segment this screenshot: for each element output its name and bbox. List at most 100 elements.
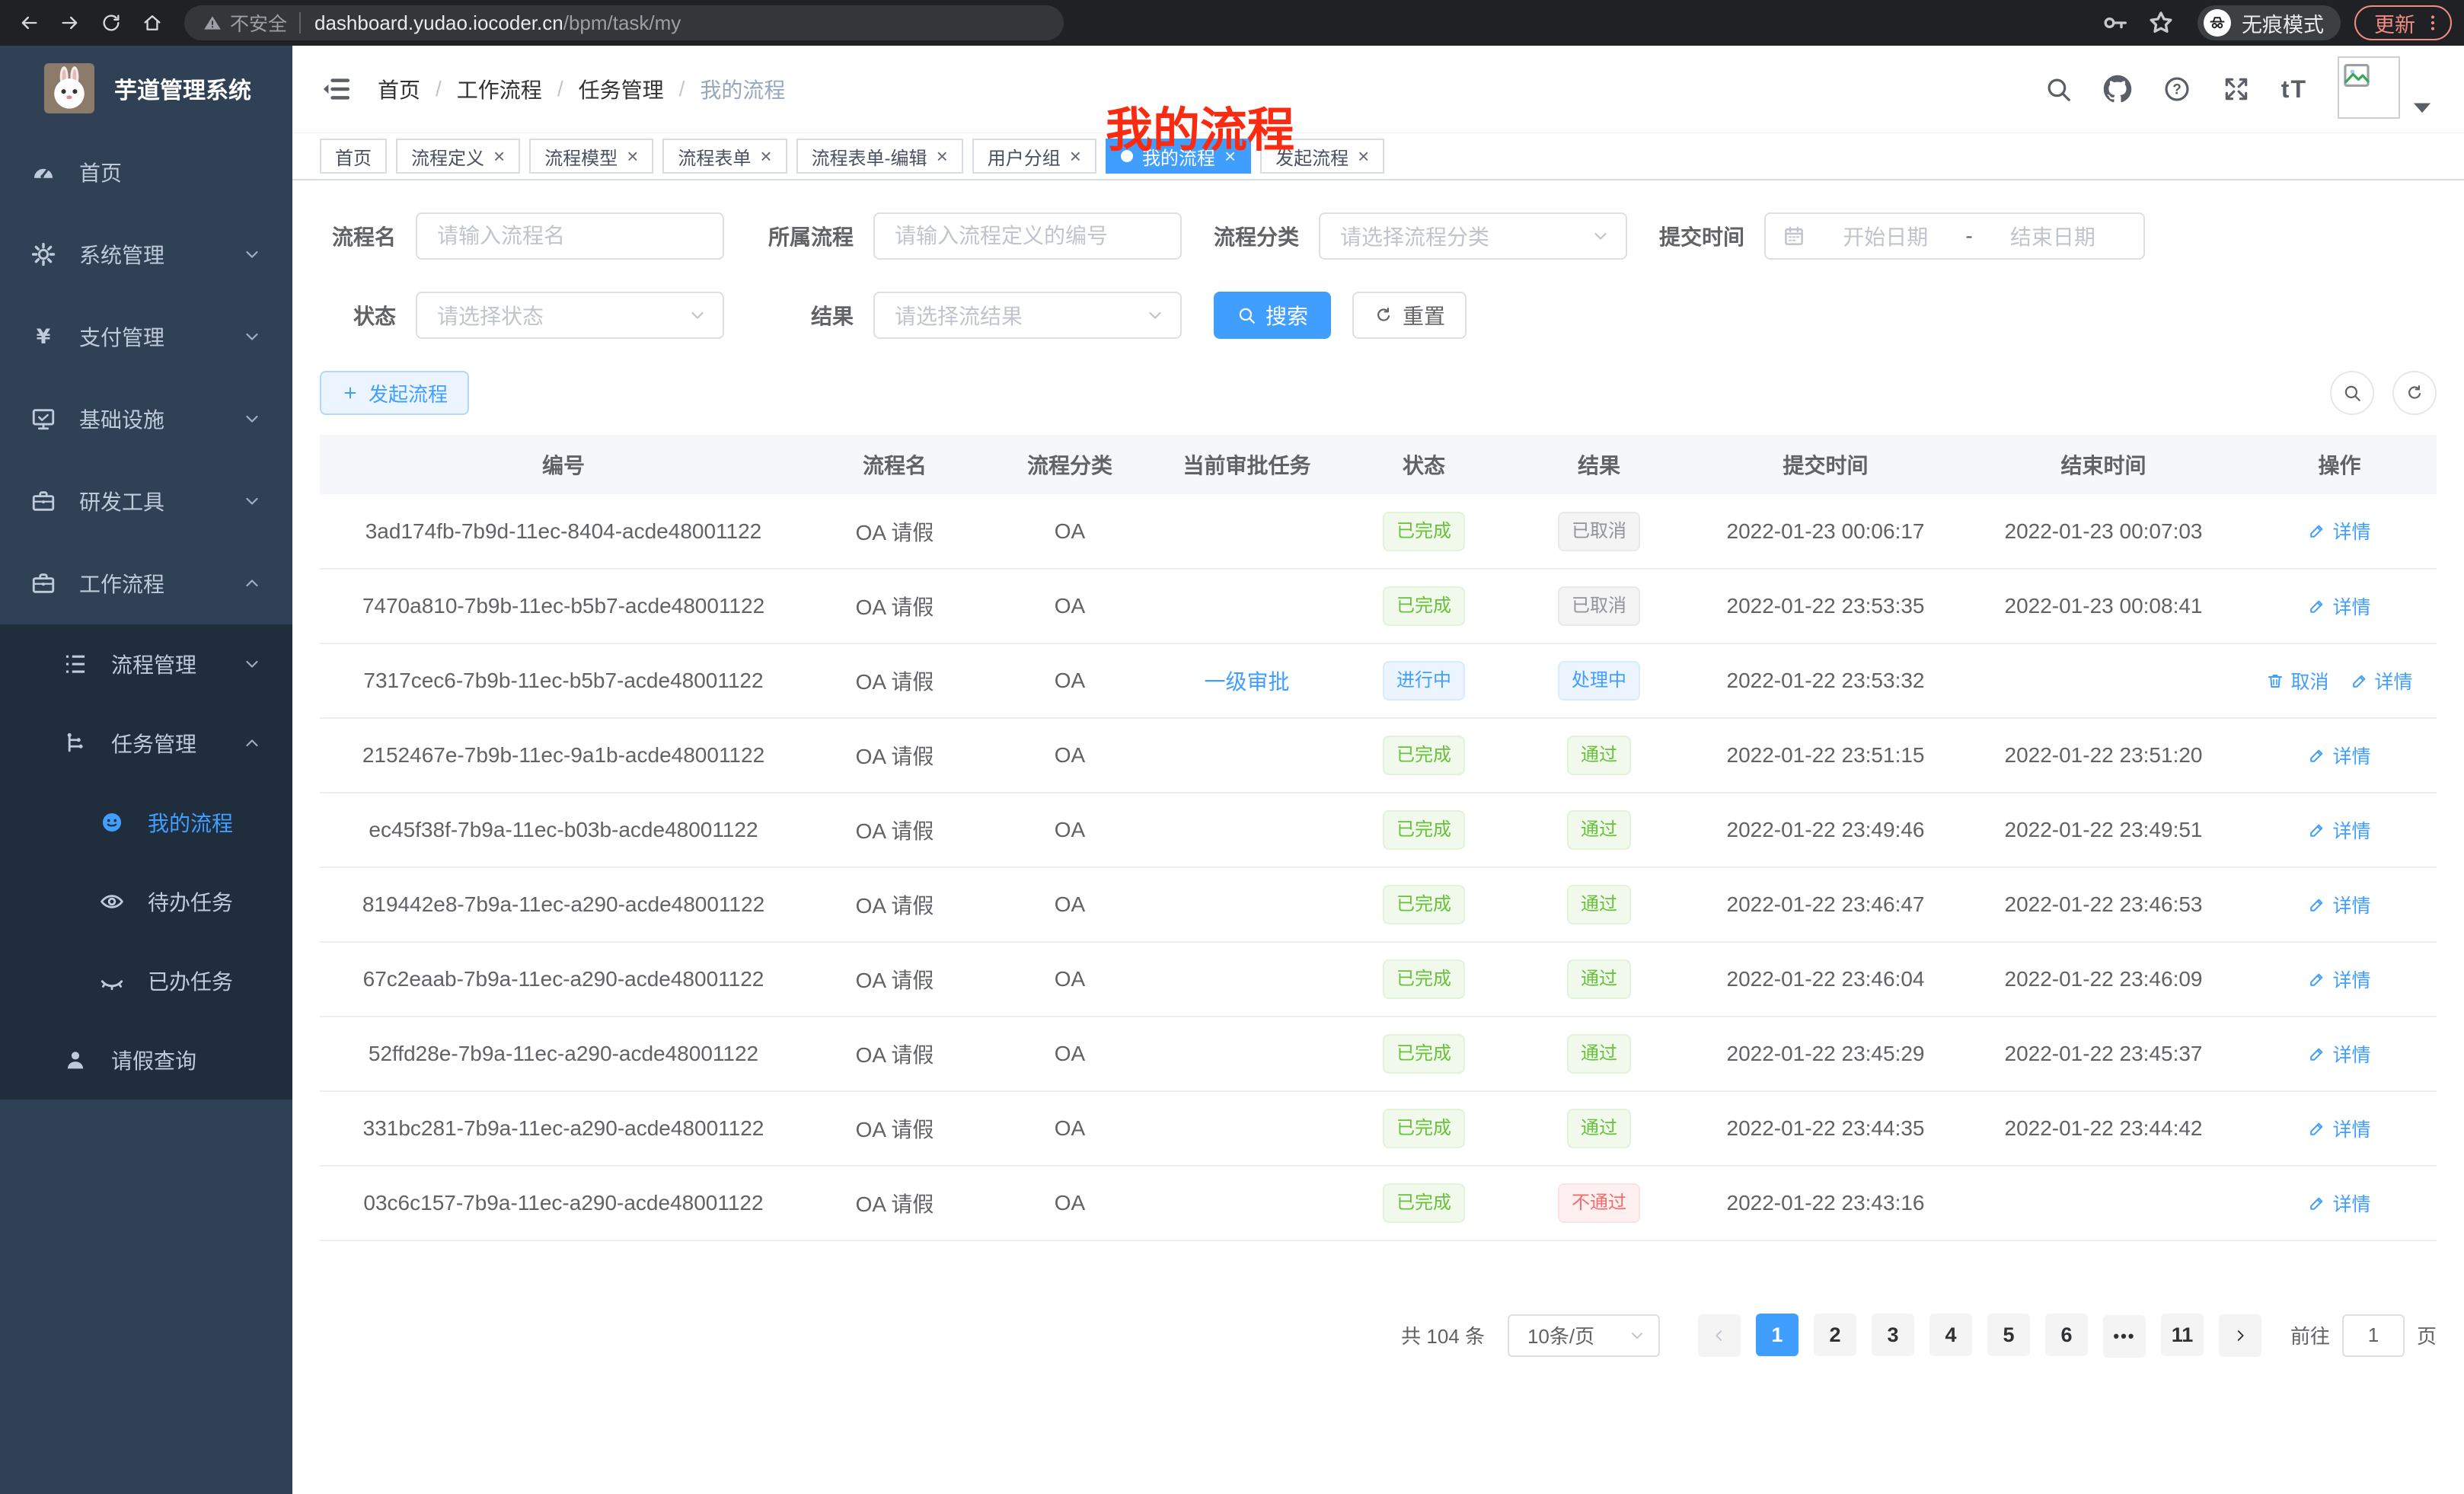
page-button-11[interactable]: 11: [2161, 1314, 2204, 1356]
process-name-input[interactable]: [416, 212, 724, 260]
tab-close-icon[interactable]: ×: [937, 146, 948, 166]
browser-toolbar: 不安全 dashboard.yudao.iocoder.cn/bpm/task/…: [0, 0, 2464, 46]
search-button[interactable]: 搜索: [1214, 292, 1331, 339]
cell-process-id: 3ad174fb-7b9d-11ec-8404-acde48001122: [320, 494, 807, 569]
detail-action-link[interactable]: 详情: [2308, 1115, 2370, 1142]
refresh-table-button[interactable]: [2392, 371, 2437, 415]
current-task-link[interactable]: 一级审批: [1204, 670, 1289, 694]
address-bar[interactable]: 不安全 dashboard.yudao.iocoder.cn/bpm/task/…: [184, 5, 1064, 40]
table-row: 52ffd28e-7b9a-11ec-a290-acde48001122OA 请…: [320, 1017, 2437, 1091]
sidebar-item-my-process[interactable]: 我的流程: [0, 783, 292, 862]
process-definition-input[interactable]: [873, 212, 1182, 260]
flow-icon: [62, 730, 88, 756]
sidebar-item-todo-task[interactable]: 待办任务: [0, 862, 292, 941]
page-button-2[interactable]: 2: [1814, 1314, 1856, 1356]
action-label: 详情: [2332, 1040, 2370, 1068]
tab-close-icon[interactable]: ×: [493, 146, 505, 166]
start-process-button[interactable]: 发起流程: [320, 371, 469, 415]
show-search-toggle-button[interactable]: [2330, 371, 2374, 415]
help-icon[interactable]: ?: [2162, 75, 2191, 104]
chevron-down-icon: [688, 305, 707, 325]
sidebar-item-payment[interactable]: ¥支付管理: [0, 295, 292, 378]
sidebar-item-home[interactable]: 首页: [0, 131, 292, 213]
breadcrumb-item[interactable]: 首页: [378, 74, 420, 104]
app-logo-row[interactable]: 芋道管理系统: [0, 46, 292, 131]
breadcrumb-item[interactable]: 工作流程: [457, 74, 542, 104]
tab-user-group[interactable]: 用户分组×: [972, 139, 1096, 174]
pagination-jump: 前往 页: [2290, 1314, 2437, 1357]
page-button-6[interactable]: 6: [2045, 1314, 2088, 1356]
detail-action-link[interactable]: 详情: [2308, 742, 2370, 769]
url-path: /bpm/task/my: [563, 11, 681, 35]
cancel-action-link[interactable]: 取消: [2266, 667, 2328, 694]
cell-process-name: OA 请假: [807, 942, 982, 1017]
browser-back-button[interactable]: [12, 6, 46, 40]
result-select[interactable]: 请选择流结果: [873, 292, 1182, 339]
header-search-icon[interactable]: [2044, 75, 2073, 104]
prev-page-button[interactable]: [1698, 1314, 1741, 1357]
browser-update-button[interactable]: 更新: [2354, 5, 2452, 40]
page-button-4[interactable]: 4: [1929, 1314, 1972, 1356]
password-key-icon[interactable]: [2100, 8, 2130, 38]
fullscreen-icon[interactable]: [2222, 75, 2251, 104]
tab-process-model[interactable]: 流程模型×: [529, 139, 653, 174]
sidebar-item-leave-query[interactable]: 请假查询: [0, 1020, 292, 1100]
page-ellipsis-button[interactable]: •••: [2103, 1315, 2146, 1358]
tab-process-definition[interactable]: 流程定义×: [396, 139, 520, 174]
sidebar-item-label: 首页: [79, 157, 262, 187]
tab-close-icon[interactable]: ×: [1358, 146, 1369, 166]
font-size-icon[interactable]: tT: [2281, 75, 2307, 104]
breadcrumb-item[interactable]: 任务管理: [579, 74, 664, 104]
sidebar-item-task-mgmt[interactable]: 任务管理: [0, 704, 292, 783]
browser-reload-button[interactable]: [94, 6, 128, 40]
result-badge: 通过: [1567, 959, 1631, 999]
not-secure-icon: [203, 13, 222, 33]
sidebar-item-workflow[interactable]: 工作流程: [0, 542, 292, 624]
sidebar-item-infra[interactable]: 基础设施: [0, 378, 292, 460]
tab-close-icon[interactable]: ×: [760, 146, 771, 166]
tab-process-form[interactable]: 流程表单×: [662, 139, 787, 174]
eye-closed-icon: [99, 968, 125, 994]
tab-home[interactable]: 首页: [320, 139, 387, 174]
user-avatar-menu[interactable]: [2338, 56, 2437, 122]
svg-text:?: ?: [2172, 82, 2182, 98]
table-row: 331bc281-7b9a-11ec-a290-acde48001122OA 请…: [320, 1091, 2437, 1166]
detail-action-link[interactable]: 详情: [2308, 816, 2370, 844]
chevron-down-icon: [242, 654, 262, 674]
detail-action-link[interactable]: 详情: [2308, 592, 2370, 620]
category-select[interactable]: 请选择流程分类: [1319, 212, 1627, 260]
cell-end-time: [1964, 1166, 2242, 1240]
browser-forward-button[interactable]: [53, 6, 87, 40]
bookmark-star-icon[interactable]: [2146, 8, 2176, 38]
breadcrumb-separator: /: [679, 77, 685, 101]
browser-home-button[interactable]: [136, 6, 169, 40]
sidebar-item-process-mgmt[interactable]: 流程管理: [0, 624, 292, 704]
page-button-3[interactable]: 3: [1872, 1314, 1914, 1356]
detail-action-link[interactable]: 详情: [2308, 1040, 2370, 1068]
detail-action-link[interactable]: 详情: [2351, 667, 2413, 694]
status-select[interactable]: 请选择状态: [416, 292, 724, 339]
sidebar-collapse-icon[interactable]: [320, 73, 352, 105]
reset-button[interactable]: 重置: [1352, 292, 1467, 339]
detail-action-link[interactable]: 详情: [2308, 517, 2370, 544]
tab-close-icon[interactable]: ×: [627, 146, 638, 166]
page-size-select[interactable]: 10条/页: [1508, 1314, 1660, 1357]
tab-process-form-edit[interactable]: 流程表单-编辑×: [796, 139, 963, 174]
page-button-1[interactable]: 1: [1756, 1314, 1799, 1356]
sidebar-item-devtools[interactable]: 研发工具: [0, 460, 292, 542]
jump-page-input[interactable]: [2342, 1314, 2405, 1357]
detail-action-link[interactable]: 详情: [2308, 966, 2370, 993]
filter-category: 流程分类 请选择流程分类: [1214, 212, 1627, 260]
detail-action-link[interactable]: 详情: [2308, 891, 2370, 918]
cell-result: 已取消: [1511, 494, 1687, 569]
sidebar-item-done-task[interactable]: 已办任务: [0, 941, 292, 1020]
browser-menu-icon[interactable]: [2423, 13, 2443, 33]
page-button-5[interactable]: 5: [1987, 1314, 2030, 1356]
github-icon[interactable]: [2103, 75, 2132, 104]
date-range-picker[interactable]: 开始日期 - 结束日期: [1764, 212, 2145, 260]
sidebar-item-system[interactable]: 系统管理: [0, 213, 292, 295]
tab-close-icon[interactable]: ×: [1070, 146, 1081, 166]
detail-action-link[interactable]: 详情: [2308, 1189, 2370, 1217]
status-placeholder: 请选择状态: [437, 300, 688, 330]
next-page-button[interactable]: [2219, 1314, 2261, 1357]
